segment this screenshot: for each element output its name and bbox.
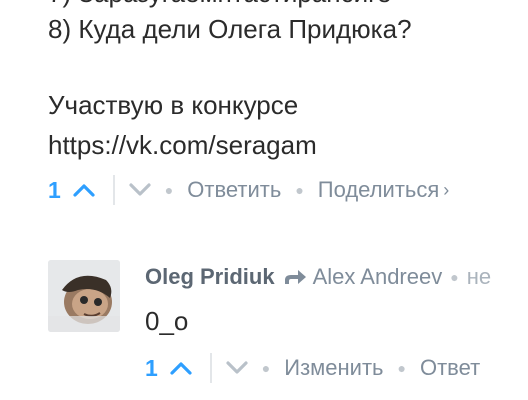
comment-text: 0_o: [145, 306, 189, 336]
avatar[interactable]: [48, 260, 120, 332]
vote-divider: [209, 353, 212, 383]
comment-time[interactable]: не: [467, 264, 491, 290]
separator-dot-icon: ●: [397, 360, 406, 376]
separator-dot-icon: ●: [295, 182, 304, 198]
separator-dot-icon: ●: [261, 360, 271, 376]
comments-view: 7) Заразугаемнтастирансиге 8) Куда дели …: [0, 0, 528, 400]
comment-actions: 1 ● Ответить ● Поделиться ›: [48, 174, 449, 206]
downvote-chevron-icon[interactable]: [226, 361, 248, 375]
contest-text: Участвую в конкурсе: [48, 90, 299, 120]
share-button[interactable]: Поделиться: [318, 177, 439, 203]
separator-dot-icon: ●: [164, 182, 174, 198]
comment-actions: 1 ● Изменить ● Ответ: [145, 352, 480, 384]
cut-off-text-line: 7) Заразугаемнтастирансиге: [48, 0, 392, 9]
upvote-chevron-icon[interactable]: [170, 361, 192, 375]
reply-button[interactable]: Ответ: [420, 355, 480, 381]
upvote-count: 1: [145, 354, 158, 381]
avatar-photo-icon: [48, 260, 120, 332]
reply-to-author[interactable]: Alex Andreev: [313, 264, 443, 290]
upvote-count: 1: [48, 176, 61, 203]
contest-link[interactable]: https://vk.com/seragam: [48, 130, 317, 161]
share-chevron-icon: ›: [443, 179, 450, 200]
edit-button[interactable]: Изменить: [284, 355, 383, 381]
reply-arrow-icon: [284, 270, 306, 284]
vote-divider: [112, 175, 115, 205]
downvote-chevron-icon[interactable]: [129, 183, 151, 197]
question-line: 8) Куда дели Олега Придюка?: [48, 14, 412, 44]
separator-dot-icon: ●: [450, 269, 459, 285]
comment-header: Oleg Pridiuk Alex Andreev ● не: [145, 262, 491, 292]
upvote-chevron-icon[interactable]: [73, 183, 95, 197]
comment-author[interactable]: Oleg Pridiuk: [145, 264, 275, 290]
reply-button[interactable]: Ответить: [187, 177, 281, 203]
